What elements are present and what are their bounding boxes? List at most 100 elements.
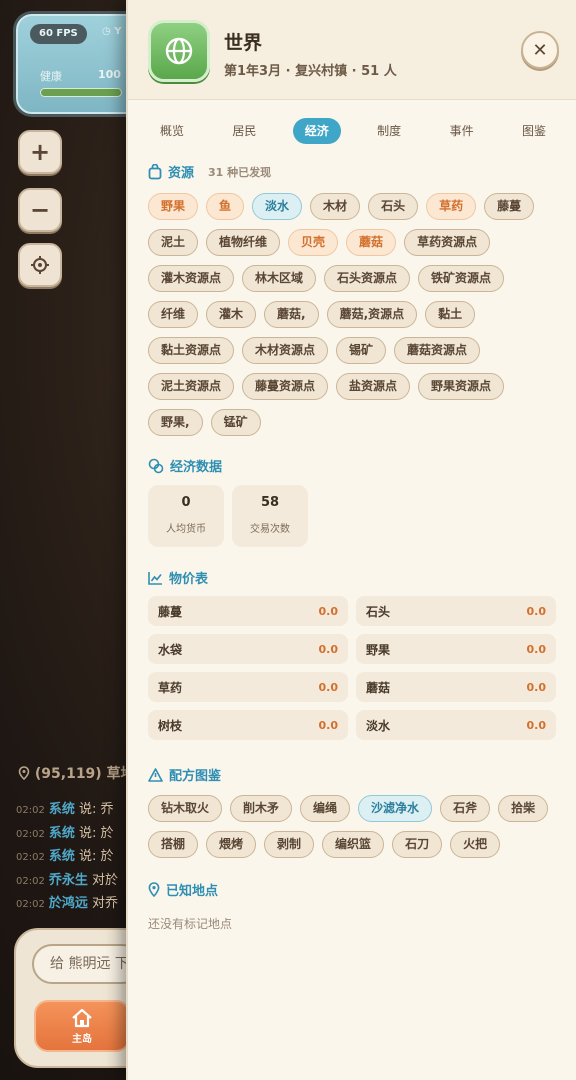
prices-heading: 物价表: [148, 568, 208, 587]
chat-log: 02:02 系统 说: 乔 02:02 系统 说: 於 02:02 系统 说: 於 0…: [16, 798, 136, 916]
resource-chip[interactable]: 野果资源点: [418, 373, 505, 400]
recipe-chip[interactable]: 煨烤: [206, 831, 257, 858]
coins-icon: [148, 458, 164, 473]
stat-card-trades: 58 交易次数: [232, 485, 308, 547]
price-row: 水袋 0.0: [148, 634, 348, 664]
price-item-name: 水袋: [158, 642, 183, 657]
resource-chip[interactable]: 林木区域: [242, 265, 317, 292]
price-value: 0.0: [526, 604, 547, 618]
chat-speaker[interactable]: 於鸿远: [49, 896, 88, 911]
tab-codex[interactable]: 图鉴: [510, 118, 558, 144]
resource-chip[interactable]: 植物纤维: [206, 229, 281, 256]
world-drawer: 世界 第1年3月 · 复兴村镇 · 51 人 ✕ 概览 居民 经济 制度 事件 …: [126, 0, 576, 1080]
recipe-chip[interactable]: 编织篮: [322, 831, 385, 858]
target-icon: [31, 256, 49, 274]
stat-label: 人均货币: [166, 524, 206, 535]
resource-chip[interactable]: 黏土: [425, 301, 476, 328]
recipe-chip[interactable]: 搭棚: [148, 831, 199, 858]
recipe-chip[interactable]: 拾柴: [498, 795, 549, 822]
price-item-name: 树枝: [158, 718, 183, 733]
resource-chip[interactable]: 灌木资源点: [148, 265, 235, 292]
fps-counter: 60 FPS: [30, 24, 87, 44]
zoom-out-button[interactable]: −: [18, 188, 62, 232]
tab-institutions[interactable]: 制度: [365, 118, 413, 144]
chat-time: 02:02: [16, 828, 45, 840]
resource-chip[interactable]: 藤蔓: [484, 193, 535, 220]
price-row: 树枝 0.0: [148, 710, 348, 740]
recenter-button[interactable]: [18, 243, 62, 287]
resource-chip[interactable]: 贝壳: [288, 229, 339, 256]
recipe-chip[interactable]: 削木矛: [230, 795, 293, 822]
price-row: 石头 0.0: [356, 596, 556, 626]
resource-chip[interactable]: 野果: [148, 193, 199, 220]
minus-icon: −: [29, 196, 51, 224]
resource-chip[interactable]: 蘑菇,: [264, 301, 319, 328]
resource-chip[interactable]: 藤蔓资源点: [242, 373, 329, 400]
resource-chip[interactable]: 蘑菇,资源点: [326, 301, 418, 328]
price-table: 藤蔓 0.0 石头 0.0 水袋 0.0 野果 0.0 草药 0.0 蘑菇 0.0 树枝 0.…: [148, 596, 558, 740]
resource-chip[interactable]: 蘑菇资源点: [394, 337, 481, 364]
map-pin-icon: [148, 882, 160, 897]
resource-chip[interactable]: 木材资源点: [242, 337, 329, 364]
chat-speaker[interactable]: 系统: [49, 849, 75, 864]
resource-chip[interactable]: 盐资源点: [336, 373, 411, 400]
recipe-chip[interactable]: 火把: [450, 831, 501, 858]
tab-economy[interactable]: 经济: [292, 118, 341, 144]
chat-time: 02:02: [16, 875, 45, 887]
tab-overview[interactable]: 概览: [148, 118, 196, 144]
close-icon: ✕: [532, 39, 548, 61]
resource-chip[interactable]: 石头: [368, 193, 419, 220]
location-readout: (95,119) 草地: [18, 763, 135, 783]
clock-text: Y: [114, 26, 122, 37]
resource-chip[interactable]: 淡水: [252, 193, 303, 220]
resource-chip[interactable]: 灌木: [206, 301, 257, 328]
close-button[interactable]: ✕: [521, 31, 559, 69]
price-item-name: 野果: [366, 642, 391, 657]
places-title: 已知地点: [166, 884, 219, 899]
resource-chip[interactable]: 锰矿: [210, 409, 261, 436]
chat-speaker[interactable]: 乔永生: [49, 873, 88, 888]
resource-chip[interactable]: 泥土资源点: [148, 373, 235, 400]
resource-chip[interactable]: 锡矿: [336, 337, 387, 364]
resource-chip[interactable]: 泥土: [148, 229, 199, 256]
price-item-name: 石头: [366, 604, 391, 619]
resource-chip[interactable]: 石头资源点: [324, 265, 411, 292]
chat-speaker[interactable]: 系统: [49, 826, 75, 841]
zoom-in-button[interactable]: +: [18, 130, 62, 174]
chat-time: 02:02: [16, 805, 45, 816]
price-value: 0.0: [526, 718, 547, 732]
drawer-header: 世界 第1年3月 · 复兴村镇 · 51 人 ✕: [128, 0, 576, 100]
recipes-heading: 配方图鉴: [148, 765, 221, 784]
price-row: 藤蔓 0.0: [148, 596, 348, 626]
health-bar: [40, 88, 122, 97]
tab-events[interactable]: 事件: [438, 118, 486, 144]
chat-text: 说: 於: [78, 849, 114, 864]
globe-icon: [165, 37, 193, 65]
home-icon: [72, 1008, 92, 1027]
resource-chip[interactable]: 鱼: [206, 193, 245, 220]
stat-value: 0: [181, 495, 191, 510]
recipe-chip[interactable]: 钻木取火: [148, 795, 223, 822]
home-button[interactable]: 主岛: [34, 1000, 130, 1052]
resource-chip[interactable]: 黏土资源点: [148, 337, 235, 364]
recipe-chip[interactable]: 石刀: [392, 831, 443, 858]
chat-speaker[interactable]: 系统: [49, 802, 75, 817]
recipe-chip[interactable]: 石斧: [440, 795, 491, 822]
resource-chip[interactable]: 野果,: [148, 409, 203, 436]
bag-icon: [148, 163, 162, 179]
price-item-name: 草药: [158, 680, 183, 695]
resource-chip[interactable]: 草药资源点: [404, 229, 491, 256]
chat-text: 对乔: [91, 896, 118, 911]
home-button-label: 主岛: [72, 1033, 92, 1045]
recipe-chip[interactable]: 剥制: [264, 831, 315, 858]
recipe-chip[interactable]: 沙滤净水: [358, 795, 433, 822]
recipe-chip[interactable]: 编绳: [300, 795, 351, 822]
resource-chip[interactable]: 蘑菇: [346, 229, 397, 256]
resource-chip[interactable]: 纤维: [148, 301, 199, 328]
chat-line: 02:02 系统 说: 乔: [16, 798, 136, 822]
resource-chip[interactable]: 木材: [310, 193, 361, 220]
price-item-name: 淡水: [366, 718, 391, 733]
resource-chip[interactable]: 铁矿资源点: [418, 265, 505, 292]
tab-residents[interactable]: 居民: [220, 118, 268, 144]
resource-chip[interactable]: 草药: [426, 193, 477, 220]
